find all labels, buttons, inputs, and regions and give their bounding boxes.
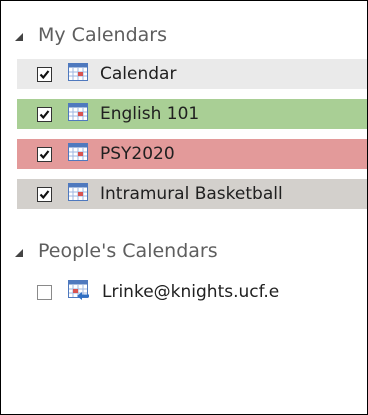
my-calendars-header[interactable]: My Calendars (1, 21, 367, 49)
calendar-checkbox[interactable] (37, 186, 52, 202)
checkmark-icon (39, 149, 50, 159)
calendar-item-english-101[interactable]: English 101 (17, 99, 367, 129)
calendar-item-psy2020[interactable]: PSY2020 (17, 139, 367, 169)
checkmark-icon (39, 69, 50, 79)
peoples-calendars-label: People's Calendars (38, 240, 218, 262)
checkmark-icon (39, 109, 50, 119)
calendar-item-label: Lrinke@knights.ucf.e (102, 282, 280, 302)
shared-calendar-icon (68, 279, 90, 305)
calendar-item-lrinke[interactable]: Lrinke@knights.ucf.e (17, 277, 367, 307)
calendar-checkbox[interactable] (37, 146, 52, 162)
collapse-triangle-icon[interactable] (15, 33, 23, 41)
calendar-item-calendar[interactable]: Calendar (17, 59, 367, 89)
calendar-item-label: Calendar (100, 64, 177, 84)
calendar-item-label: English 101 (100, 104, 200, 124)
calendar-icon (68, 62, 88, 86)
peoples-calendars-header[interactable]: People's Calendars (1, 237, 367, 265)
calendar-icon (68, 102, 88, 126)
calendar-item-intramural-basketball[interactable]: Intramural Basketball (17, 179, 367, 209)
calendar-item-label: PSY2020 (100, 144, 175, 164)
calendar-icon (68, 142, 88, 166)
calendar-icon (68, 182, 88, 206)
calendar-item-label: Intramural Basketball (100, 184, 283, 204)
calendar-checkbox[interactable] (37, 284, 52, 300)
calendar-checkbox[interactable] (37, 66, 52, 82)
checkmark-icon (39, 189, 50, 199)
my-calendars-label: My Calendars (38, 24, 168, 46)
collapse-triangle-icon[interactable] (15, 249, 23, 257)
calendar-checkbox[interactable] (37, 106, 52, 122)
calendar-folder-pane: My Calendars Calendar English 101 PSY202… (0, 0, 368, 415)
